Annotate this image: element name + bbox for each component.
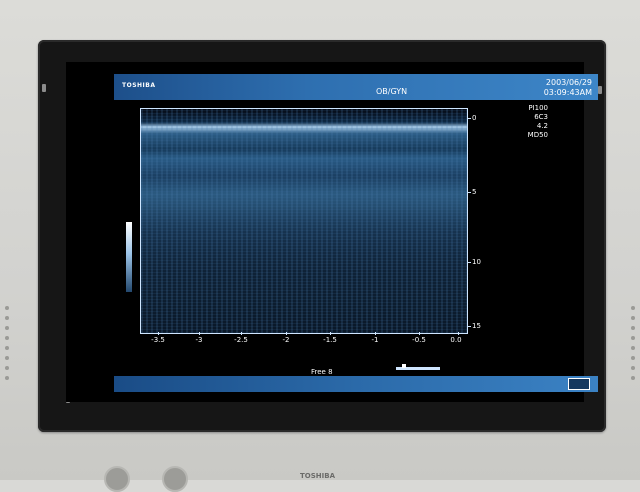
depth-tick [467, 326, 471, 327]
depth-label: 5 [472, 188, 477, 196]
slider-thumb[interactable] [402, 364, 406, 368]
x-label: 0.0 [450, 336, 462, 344]
x-tick [375, 332, 376, 335]
x-tick [330, 332, 331, 335]
scan-params: PI100 6C3 4.2 MD50 [508, 104, 548, 140]
exam-preset: OB/GYN [376, 87, 408, 96]
top-status-bar: TOSHIBA OB/GYN 2003/06/29 03:09:43AM [114, 74, 598, 100]
x-tick [199, 332, 200, 335]
depth-label: 15 [472, 322, 481, 330]
x-label: -2 [282, 336, 290, 344]
date-text: 2003/06/29 [545, 78, 592, 87]
speaker-vent-right [628, 300, 638, 420]
x-tick [241, 332, 242, 335]
ultrasound-image [140, 108, 468, 334]
x-tick [419, 332, 420, 335]
depth-tick [467, 118, 471, 119]
screw-icon [42, 84, 46, 92]
grayscale-bar [126, 222, 132, 292]
x-label: -0.5 [412, 336, 426, 344]
depth-tick [467, 192, 471, 193]
bottom-status-bar [114, 376, 598, 392]
x-tick [286, 332, 287, 335]
time-text: 03:09:43AM [543, 88, 592, 97]
datetime: 2003/06/29 03:09:43AM [544, 78, 592, 98]
bottom-brand-label: TOSHIBA [300, 472, 335, 480]
screw-icon [598, 86, 602, 94]
x-axis-labels: -3.5 -3 -2.5 -2 -1.5 -1 -0.5 0.0 [140, 336, 470, 346]
x-tick [458, 332, 459, 335]
ultrasound-screen: TOSHIBA OB/GYN 2003/06/29 03:09:43AM PI1… [66, 62, 598, 402]
param-probe: 6C3 [534, 113, 548, 121]
speaker-vent-left [2, 300, 12, 420]
free-label: Free 8 [311, 368, 333, 376]
x-label: -2.5 [234, 336, 248, 344]
knob-right[interactable] [162, 466, 188, 492]
depth-label: 0 [472, 114, 477, 122]
param-md: MD50 [527, 131, 548, 139]
depth-label: 10 [472, 258, 481, 266]
depth-tick [467, 262, 471, 263]
param-freq: 4.2 [536, 122, 548, 130]
param-pi: PI100 [528, 104, 548, 112]
menu-grid-icon[interactable] [568, 378, 590, 390]
brand-label: TOSHIBA [122, 82, 156, 89]
x-label: -1 [371, 336, 379, 344]
knob-left[interactable] [104, 466, 130, 492]
x-label: -3.5 [151, 336, 165, 344]
x-tick [158, 332, 159, 335]
x-label: -1.5 [323, 336, 337, 344]
x-label: -3 [195, 336, 203, 344]
